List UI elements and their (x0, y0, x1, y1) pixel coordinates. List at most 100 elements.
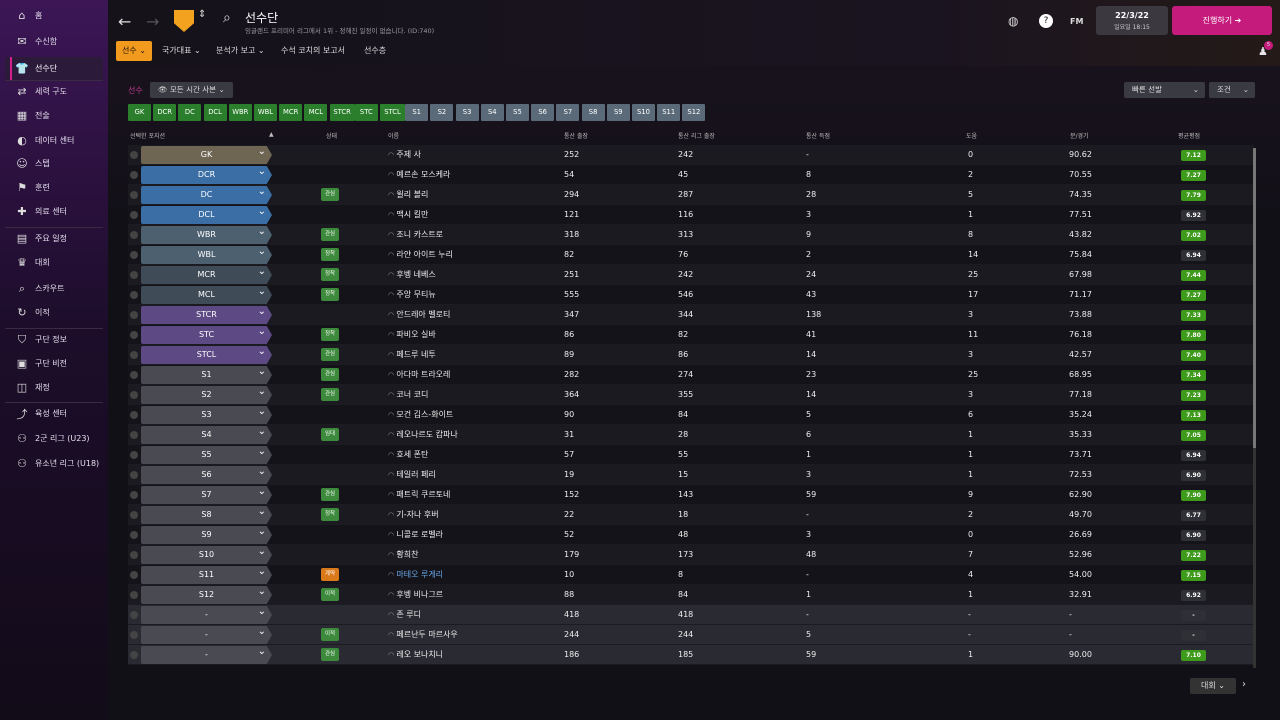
table-row[interactable]: DC 관심 윌리 볼리 294 287 28 5 74.35 7.79 (128, 185, 1254, 205)
position-filter-button[interactable]: S7 (556, 104, 580, 121)
select-checkbox[interactable] (130, 511, 138, 519)
position-dropdown[interactable]: STCL (141, 346, 272, 364)
sidebar-item[interactable]: ▣ 구단 비전 (5, 352, 103, 375)
player-name[interactable]: 조니 카스트로 (388, 225, 443, 245)
select-checkbox[interactable] (130, 371, 138, 379)
col-position[interactable]: 선택한 포지션 (130, 131, 165, 140)
sidebar-item[interactable]: ◐ 데이터 센터 (5, 129, 103, 152)
sidebar-item[interactable]: ⌂ 홈 (5, 4, 103, 27)
position-dropdown[interactable]: S8 (141, 506, 272, 524)
position-dropdown[interactable]: S6 (141, 466, 272, 484)
position-filter-button[interactable]: STCL (380, 104, 405, 121)
player-name[interactable]: 예르손 모스케라 (388, 165, 450, 185)
position-filter-button[interactable]: STCR (329, 104, 355, 121)
player-name[interactable]: 테일러 페리 (388, 465, 435, 485)
select-checkbox[interactable] (130, 591, 138, 599)
sidebar-item[interactable]: ↻ 이적 (5, 301, 103, 324)
select-checkbox[interactable] (130, 651, 138, 659)
date-display[interactable]: 22/3/22 일요일 18:15 (1096, 6, 1168, 35)
quick-pick-dropdown[interactable]: 빠른 선발 ⌄ (1124, 82, 1205, 98)
select-checkbox[interactable] (130, 291, 138, 299)
position-dropdown[interactable]: DCR (141, 166, 272, 184)
table-row[interactable]: DCL 맥시 킬만 121 116 3 1 77.51 6.92 (128, 205, 1254, 225)
position-dropdown[interactable]: S5 (141, 446, 272, 464)
select-checkbox[interactable] (130, 611, 138, 619)
sidebar-item[interactable]: ◫ 재정 (5, 376, 103, 399)
tab-coach-report[interactable]: 수석 코치의 보고서 (281, 41, 345, 61)
position-filter-button[interactable]: STC (354, 104, 378, 121)
position-filter-button[interactable]: S3 (455, 104, 479, 121)
select-checkbox[interactable] (130, 251, 138, 259)
select-checkbox[interactable] (130, 491, 138, 499)
player-name[interactable]: 호세 폰탄 (388, 445, 428, 465)
table-row[interactable]: S4 임대 레오나르도 캄파나 31 28 6 1 35.33 7.05 (128, 425, 1254, 445)
player-name[interactable]: 레오나르도 캄파나 (388, 425, 457, 445)
position-dropdown[interactable]: S9 (141, 526, 272, 544)
sidebar-item[interactable]: ▤ 주요 일정 (5, 227, 103, 250)
position-dropdown[interactable]: MCR (141, 266, 272, 284)
col-rating[interactable]: 평균평점 (1178, 131, 1200, 140)
position-filter-button[interactable]: DCL (203, 104, 227, 121)
position-dropdown[interactable]: S4 (141, 426, 272, 444)
position-filter-button[interactable]: DCR (153, 104, 177, 121)
position-filter-button[interactable]: S10 (632, 104, 655, 121)
player-name[interactable]: 후벵 네베스 (388, 265, 435, 285)
player-name[interactable]: 모건 깁스-화이트 (388, 405, 453, 425)
select-checkbox[interactable] (130, 331, 138, 339)
position-filter-button[interactable]: GK (128, 104, 151, 121)
position-dropdown[interactable]: S7 (141, 486, 272, 504)
player-name[interactable]: 파비오 실바 (388, 325, 435, 345)
position-filter-button[interactable]: MCL (304, 104, 328, 121)
table-row[interactable]: S11 계약 마테오 루게리 10 8 - 4 54.00 7.15 (128, 565, 1254, 585)
select-checkbox[interactable] (130, 631, 138, 639)
col-apps[interactable]: 통산 출장 (564, 131, 588, 140)
select-checkbox[interactable] (130, 211, 138, 219)
col-goals[interactable]: 통산 득점 (806, 131, 830, 140)
competition-dropdown[interactable]: 대회 ⌄ (1190, 678, 1236, 694)
player-name[interactable]: 맥시 킬만 (388, 205, 428, 225)
sidebar-item[interactable]: ✉ 수신함 (5, 30, 103, 53)
table-row[interactable]: - 관심 레오 보나치니 186 185 59 1 90.00 7.10 (128, 645, 1254, 665)
table-row[interactable]: WBR 관심 조니 카스트로 318 313 9 8 43.82 7.02 (128, 225, 1254, 245)
sidebar-item[interactable]: ✚ 의료 센터 (5, 200, 103, 223)
table-row[interactable]: S7 관심 패트릭 쿠르토네 152 143 59 9 62.90 7.90 (128, 485, 1254, 505)
tab-national[interactable]: 국가대표 ⌄ (162, 41, 201, 61)
player-name[interactable]: 주앙 무티뉴 (388, 285, 435, 305)
position-filter-button[interactable]: WBR (228, 104, 252, 121)
view-dropdown[interactable]: 👁 모든 시간 사본 ⌄ (150, 82, 233, 98)
tab-depth[interactable]: 선수층 (364, 41, 386, 61)
position-dropdown[interactable]: - (141, 606, 272, 624)
position-filter-button[interactable]: S12 (682, 104, 706, 121)
proceed-button[interactable]: 진행하기 ➔ (1172, 6, 1272, 35)
select-checkbox[interactable] (130, 351, 138, 359)
sidebar-item[interactable]: ⚇ 2군 리그 (U23) (5, 427, 103, 450)
table-row[interactable]: STC 정착 파비오 실바 86 82 41 11 76.18 7.80 (128, 325, 1254, 345)
player-name[interactable]: 페르난두 마르사우 (388, 625, 457, 645)
player-name[interactable]: 윌리 볼리 (388, 185, 428, 205)
tab-players[interactable]: 선수 ⌄ (116, 41, 152, 61)
condition-dropdown[interactable]: 조건 ⌄ (1209, 82, 1255, 98)
table-row[interactable]: - 존 루디 418 418 - - - - (128, 605, 1254, 625)
player-name[interactable]: 존 루디 (388, 605, 421, 625)
col-status[interactable]: 상태 (326, 131, 337, 140)
position-dropdown[interactable]: - (141, 646, 272, 664)
position-dropdown[interactable]: S11 (141, 566, 272, 584)
position-dropdown[interactable]: - (141, 626, 272, 644)
player-name[interactable]: 기-자나 후버 (388, 505, 438, 525)
col-league-apps[interactable]: 통산 리그 출장 (678, 131, 715, 140)
table-scrollbar[interactable] (1253, 148, 1256, 668)
position-dropdown[interactable]: S1 (141, 366, 272, 384)
sidebar-item[interactable]: ⇄ 세력 구도 (5, 80, 103, 103)
player-name[interactable]: 코너 코디 (388, 385, 428, 405)
col-name[interactable]: 이름 (388, 131, 399, 140)
position-filter-button[interactable]: S6 (531, 104, 555, 121)
select-checkbox[interactable] (130, 551, 138, 559)
position-dropdown[interactable]: STCR (141, 306, 272, 324)
next-page-icon[interactable]: › (1242, 679, 1246, 690)
notifications-icon[interactable]: ♟ 5 (1258, 41, 1273, 58)
select-checkbox[interactable] (130, 151, 138, 159)
help-icon[interactable]: ? (1039, 14, 1053, 28)
select-checkbox[interactable] (130, 231, 138, 239)
select-checkbox[interactable] (130, 271, 138, 279)
tab-analyst[interactable]: 분석가 보고 ⌄ (216, 41, 265, 61)
